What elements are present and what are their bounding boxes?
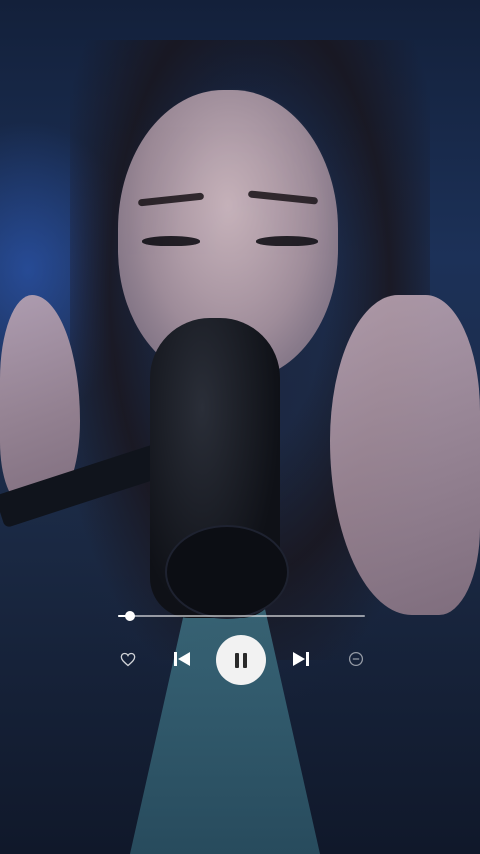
remove-button[interactable] [345,648,367,670]
minus-circle-icon [348,651,364,667]
next-button[interactable] [290,648,312,670]
like-button[interactable] [117,648,139,670]
progress-bar[interactable] [118,611,365,621]
right-eyebrow [247,190,319,205]
pause-button[interactable] [216,635,266,685]
right-eye [256,236,318,246]
heart-icon [120,652,136,666]
previous-button[interactable] [171,648,193,670]
left-eyebrow [137,192,205,207]
microphone-base [165,525,289,619]
skip-next-icon [293,652,309,666]
pause-icon [233,652,249,668]
skip-previous-icon [174,652,190,666]
left-eye [142,236,200,246]
